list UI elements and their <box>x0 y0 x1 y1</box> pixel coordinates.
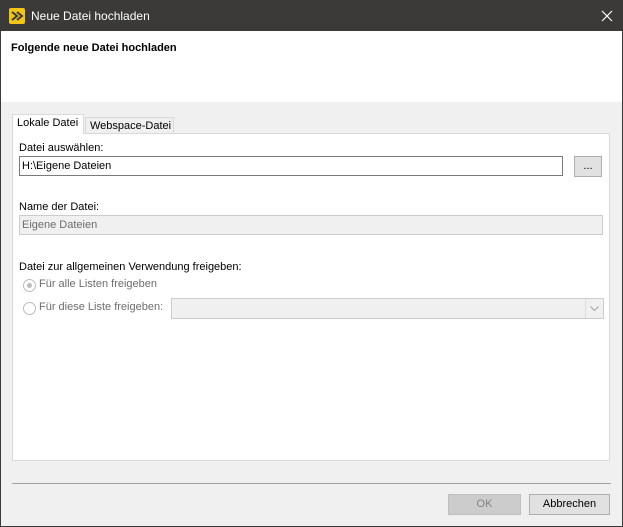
header-area: Folgende neue Datei hochladen <box>1 31 622 102</box>
share-this-label: Für diese Liste freigeben: <box>39 301 164 313</box>
share-this-radio[interactable] <box>23 302 36 315</box>
file-name-label: Name der Datei: <box>19 201 100 213</box>
file-name-input[interactable]: Eigene Dateien <box>19 215 603 235</box>
share-all-label: Für alle Listen freigeben <box>39 278 158 290</box>
ok-button[interactable]: OK <box>448 494 521 515</box>
close-button[interactable] <box>592 1 622 31</box>
list-select[interactable] <box>171 298 604 319</box>
cancel-button[interactable]: Abbrechen <box>529 494 610 515</box>
browse-button[interactable]: ... <box>574 156 602 177</box>
chevron-down-icon <box>590 306 599 311</box>
file-path-input[interactable]: H:\Eigene Dateien <box>19 156 563 176</box>
close-icon <box>601 10 613 22</box>
dropdown-arrow[interactable] <box>585 299 603 318</box>
header-title: Folgende neue Datei hochladen <box>11 42 177 54</box>
share-label: Datei zur allgemeinen Verwendung freigeb… <box>19 261 242 273</box>
file-select-label: Datei auswählen: <box>19 142 104 154</box>
radio-selected-dot <box>27 283 32 288</box>
title-bar[interactable]: Neue Datei hochladen <box>1 1 622 31</box>
app-logo-icon <box>9 8 25 24</box>
tab-webspace-datei[interactable]: Webspace-Datei <box>85 117 174 134</box>
tab-lokale-datei[interactable]: Lokale Datei <box>12 114 84 134</box>
window-title: Neue Datei hochladen <box>31 9 150 23</box>
share-all-radio[interactable] <box>23 279 36 292</box>
footer-separator <box>12 483 611 484</box>
tab-panel <box>12 133 610 461</box>
dialog-window: Neue Datei hochladen Folgende neue Datei… <box>0 0 623 527</box>
